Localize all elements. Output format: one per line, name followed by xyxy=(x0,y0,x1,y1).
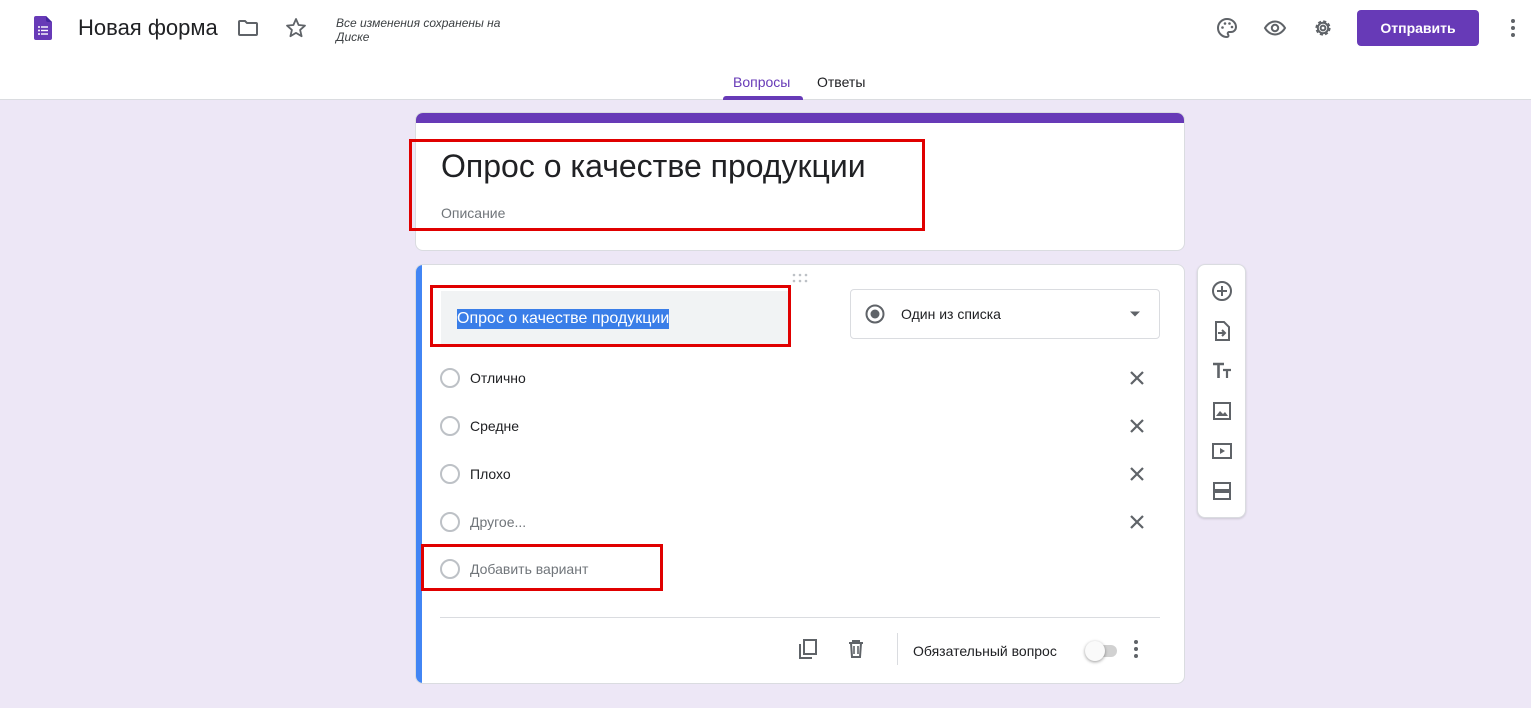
footer-vertical-divider xyxy=(897,633,898,665)
question-type-select[interactable]: Один из списка xyxy=(850,289,1160,339)
active-tab-indicator xyxy=(723,96,803,100)
palette-icon[interactable] xyxy=(1215,16,1239,40)
radio-circle-icon xyxy=(440,512,460,532)
delete-icon[interactable] xyxy=(844,637,868,661)
question-title-input[interactable]: Опрос о качестве продукции xyxy=(441,291,789,347)
eye-icon[interactable] xyxy=(1263,16,1287,40)
dropdown-arrow-icon xyxy=(1130,311,1140,317)
required-toggle[interactable] xyxy=(1085,641,1117,661)
add-question-icon[interactable] xyxy=(1210,279,1234,303)
form-description-field[interactable]: Описание xyxy=(441,205,505,221)
star-icon[interactable] xyxy=(284,16,308,40)
question-title-text: Опрос о качестве продукции xyxy=(457,309,670,329)
title-card-accent-bar xyxy=(416,113,1184,123)
app-header: Новая форма Все изменения сохранены на Д… xyxy=(0,0,1531,100)
document-title[interactable]: Новая форма xyxy=(78,15,218,41)
footer-divider xyxy=(440,617,1160,618)
side-toolbar xyxy=(1197,264,1246,518)
active-question-bar xyxy=(416,265,422,683)
option-row[interactable]: Отлично xyxy=(440,365,1160,395)
toggle-knob xyxy=(1085,641,1105,661)
tab-questions[interactable]: Вопросы xyxy=(733,74,790,90)
radio-circle-icon xyxy=(440,559,460,579)
form-title[interactable]: Опрос о качестве продукции xyxy=(441,148,866,185)
radio-circle-icon xyxy=(440,368,460,388)
add-section-icon[interactable] xyxy=(1210,479,1234,503)
close-icon[interactable] xyxy=(1125,366,1149,390)
form-title-card: Опрос о качестве продукции Описание xyxy=(415,112,1185,251)
radio-circle-icon xyxy=(440,416,460,436)
option-row[interactable]: Плохо xyxy=(440,461,1160,491)
forms-logo-icon[interactable] xyxy=(34,16,52,40)
question-type-label: Один из списка xyxy=(901,306,1001,322)
tab-answers[interactable]: Ответы xyxy=(817,74,865,90)
drag-handle-icon[interactable] xyxy=(792,273,808,283)
add-option-row[interactable]: Добавить вариант xyxy=(440,556,1160,586)
required-label: Обязательный вопрос xyxy=(913,643,1057,659)
option-label[interactable]: Отлично xyxy=(470,370,526,386)
folder-icon[interactable] xyxy=(236,16,260,40)
question-card[interactable]: Опрос о качестве продукции Один из списк… xyxy=(415,264,1185,684)
close-icon[interactable] xyxy=(1125,414,1149,438)
add-image-icon[interactable] xyxy=(1210,399,1234,423)
import-questions-icon[interactable] xyxy=(1210,319,1234,343)
close-icon[interactable] xyxy=(1125,510,1149,534)
add-option-button[interactable]: Добавить вариант xyxy=(470,561,588,577)
more-vert-icon[interactable] xyxy=(1501,16,1525,40)
close-icon[interactable] xyxy=(1125,462,1149,486)
option-label-other[interactable]: Другое... xyxy=(470,514,526,530)
add-title-icon[interactable] xyxy=(1210,359,1234,383)
save-status: Все изменения сохранены на Диске xyxy=(336,16,501,44)
copy-icon[interactable] xyxy=(796,637,820,661)
option-label[interactable]: Средне xyxy=(470,418,519,434)
radio-type-icon xyxy=(865,304,885,324)
option-row-other[interactable]: Другое... xyxy=(440,509,1160,539)
option-row[interactable]: Средне xyxy=(440,413,1160,443)
send-button[interactable]: Отправить xyxy=(1357,10,1479,46)
option-label[interactable]: Плохо xyxy=(470,466,511,482)
add-video-icon[interactable] xyxy=(1210,439,1234,463)
more-vert-icon[interactable] xyxy=(1124,637,1148,661)
gear-icon[interactable] xyxy=(1311,16,1335,40)
radio-circle-icon xyxy=(440,464,460,484)
